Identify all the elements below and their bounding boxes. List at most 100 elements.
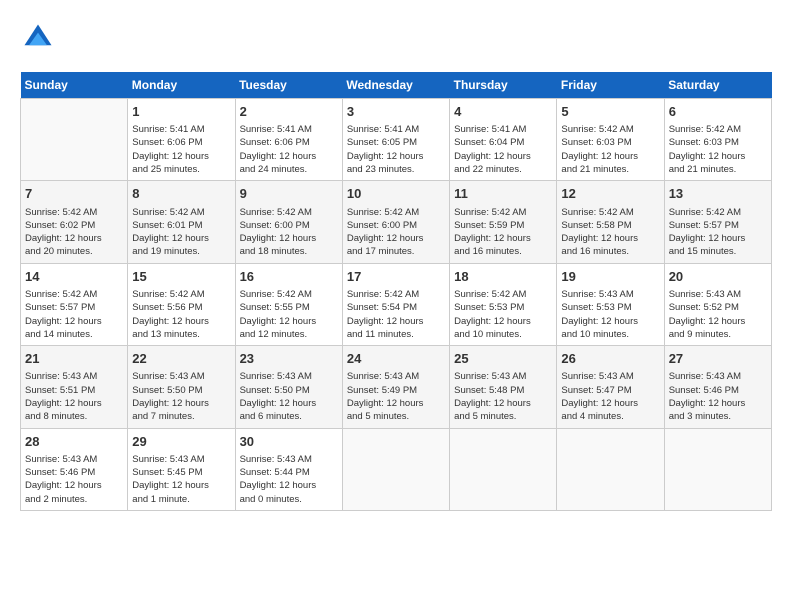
calendar-table: SundayMondayTuesdayWednesdayThursdayFrid…: [20, 72, 772, 511]
day-cell: 29Sunrise: 5:43 AM Sunset: 5:45 PM Dayli…: [128, 428, 235, 510]
week-row-5: 28Sunrise: 5:43 AM Sunset: 5:46 PM Dayli…: [21, 428, 772, 510]
day-info: Sunrise: 5:43 AM Sunset: 5:46 PM Dayligh…: [25, 453, 123, 506]
day-cell: 28Sunrise: 5:43 AM Sunset: 5:46 PM Dayli…: [21, 428, 128, 510]
day-cell: 8 Sunrise: 5:42 AM Sunset: 6:01 PM Daylig…: [128, 181, 235, 263]
day-number: 27: [669, 350, 767, 368]
day-cell: 15 Sunrise: 5:42 AM Sunset: 5:56 PM Dayli…: [128, 263, 235, 345]
weekday-header-monday: Monday: [128, 72, 235, 99]
day-info: Sunrise: 5:42 AM Sunset: 6:00 PM Dayligh…: [240, 206, 338, 259]
day-info: Sunrise: 5:42 AM Sunset: 6:03 PM Dayligh…: [561, 123, 659, 176]
day-info: Sunrise: 5:42 AM Sunset: 6:02 PM Dayligh…: [25, 206, 123, 259]
day-info: Sunrise: 5:43 AM Sunset: 5:45 PM Dayligh…: [132, 453, 230, 506]
week-row-2: 7 Sunrise: 5:42 AM Sunset: 6:02 PM Daylig…: [21, 181, 772, 263]
day-cell: 20 Sunrise: 5:43 AM Sunset: 5:52 PM Dayli…: [664, 263, 771, 345]
day-number: 5: [561, 103, 659, 121]
day-info: Sunrise: 5:41 AM Sunset: 6:04 PM Dayligh…: [454, 123, 552, 176]
day-info: Sunrise: 5:42 AM Sunset: 6:01 PM Dayligh…: [132, 206, 230, 259]
day-info: Sunrise: 5:43 AM Sunset: 5:51 PM Dayligh…: [25, 370, 123, 423]
day-info: Sunrise: 5:43 AM Sunset: 5:50 PM Dayligh…: [132, 370, 230, 423]
day-cell: [664, 428, 771, 510]
day-cell: [21, 99, 128, 181]
day-cell: 19 Sunrise: 5:43 AM Sunset: 5:53 PM Dayli…: [557, 263, 664, 345]
week-row-1: 1Sunrise: 5:41 AM Sunset: 6:06 PM Daylig…: [21, 99, 772, 181]
weekday-header-tuesday: Tuesday: [235, 72, 342, 99]
day-cell: 30Sunrise: 5:43 AM Sunset: 5:44 PM Dayli…: [235, 428, 342, 510]
day-cell: [557, 428, 664, 510]
day-info: Sunrise: 5:41 AM Sunset: 6:05 PM Dayligh…: [347, 123, 445, 176]
day-cell: 14 Sunrise: 5:42 AM Sunset: 5:57 PM Dayli…: [21, 263, 128, 345]
day-number: 12: [561, 185, 659, 203]
header-row: SundayMondayTuesdayWednesdayThursdayFrid…: [21, 72, 772, 99]
day-number: 6: [669, 103, 767, 121]
day-cell: 12 Sunrise: 5:42 AM Sunset: 5:58 PM Dayli…: [557, 181, 664, 263]
day-number: 14: [25, 268, 123, 286]
day-cell: 27Sunrise: 5:43 AM Sunset: 5:46 PM Dayli…: [664, 346, 771, 428]
day-number: 16: [240, 268, 338, 286]
day-cell: 6 Sunrise: 5:42 AM Sunset: 6:03 PM Daylig…: [664, 99, 771, 181]
day-cell: 22Sunrise: 5:43 AM Sunset: 5:50 PM Dayli…: [128, 346, 235, 428]
day-cell: 1Sunrise: 5:41 AM Sunset: 6:06 PM Daylig…: [128, 99, 235, 181]
logo: [20, 20, 60, 56]
weekday-header-wednesday: Wednesday: [342, 72, 449, 99]
day-cell: 5 Sunrise: 5:42 AM Sunset: 6:03 PM Daylig…: [557, 99, 664, 181]
day-number: 13: [669, 185, 767, 203]
day-cell: 7 Sunrise: 5:42 AM Sunset: 6:02 PM Daylig…: [21, 181, 128, 263]
day-number: 17: [347, 268, 445, 286]
day-number: 11: [454, 185, 552, 203]
day-info: Sunrise: 5:43 AM Sunset: 5:52 PM Dayligh…: [669, 288, 767, 341]
week-row-3: 14 Sunrise: 5:42 AM Sunset: 5:57 PM Dayli…: [21, 263, 772, 345]
weekday-header-friday: Friday: [557, 72, 664, 99]
day-info: Sunrise: 5:42 AM Sunset: 5:58 PM Dayligh…: [561, 206, 659, 259]
day-info: Sunrise: 5:42 AM Sunset: 5:57 PM Dayligh…: [669, 206, 767, 259]
day-info: Sunrise: 5:42 AM Sunset: 5:59 PM Dayligh…: [454, 206, 552, 259]
day-cell: 25 Sunrise: 5:43 AM Sunset: 5:48 PM Dayli…: [450, 346, 557, 428]
day-number: 2: [240, 103, 338, 121]
week-row-4: 21 Sunrise: 5:43 AM Sunset: 5:51 PM Dayli…: [21, 346, 772, 428]
day-info: Sunrise: 5:42 AM Sunset: 5:54 PM Dayligh…: [347, 288, 445, 341]
day-number: 8: [132, 185, 230, 203]
day-number: 20: [669, 268, 767, 286]
day-cell: 13 Sunrise: 5:42 AM Sunset: 5:57 PM Dayli…: [664, 181, 771, 263]
day-cell: 4 Sunrise: 5:41 AM Sunset: 6:04 PM Daylig…: [450, 99, 557, 181]
day-cell: [450, 428, 557, 510]
day-number: 30: [240, 433, 338, 451]
day-number: 21: [25, 350, 123, 368]
day-cell: 24 Sunrise: 5:43 AM Sunset: 5:49 PM Dayli…: [342, 346, 449, 428]
day-cell: [342, 428, 449, 510]
day-number: 23: [240, 350, 338, 368]
day-cell: 2Sunrise: 5:41 AM Sunset: 6:06 PM Daylig…: [235, 99, 342, 181]
day-cell: 16 Sunrise: 5:42 AM Sunset: 5:55 PM Dayli…: [235, 263, 342, 345]
day-info: Sunrise: 5:43 AM Sunset: 5:47 PM Dayligh…: [561, 370, 659, 423]
day-number: 10: [347, 185, 445, 203]
day-info: Sunrise: 5:42 AM Sunset: 6:03 PM Dayligh…: [669, 123, 767, 176]
day-number: 15: [132, 268, 230, 286]
day-info: Sunrise: 5:42 AM Sunset: 5:57 PM Dayligh…: [25, 288, 123, 341]
day-number: 7: [25, 185, 123, 203]
day-info: Sunrise: 5:41 AM Sunset: 6:06 PM Dayligh…: [132, 123, 230, 176]
day-cell: 10Sunrise: 5:42 AM Sunset: 6:00 PM Dayli…: [342, 181, 449, 263]
day-info: Sunrise: 5:42 AM Sunset: 5:55 PM Dayligh…: [240, 288, 338, 341]
logo-icon: [20, 20, 56, 56]
day-info: Sunrise: 5:43 AM Sunset: 5:48 PM Dayligh…: [454, 370, 552, 423]
day-cell: 18 Sunrise: 5:42 AM Sunset: 5:53 PM Dayli…: [450, 263, 557, 345]
day-cell: 26 Sunrise: 5:43 AM Sunset: 5:47 PM Dayli…: [557, 346, 664, 428]
page-header: [20, 20, 772, 56]
weekday-header-thursday: Thursday: [450, 72, 557, 99]
day-number: 9: [240, 185, 338, 203]
weekday-header-sunday: Sunday: [21, 72, 128, 99]
day-number: 26: [561, 350, 659, 368]
day-cell: 3Sunrise: 5:41 AM Sunset: 6:05 PM Daylig…: [342, 99, 449, 181]
day-info: Sunrise: 5:42 AM Sunset: 5:53 PM Dayligh…: [454, 288, 552, 341]
day-number: 25: [454, 350, 552, 368]
day-cell: 23Sunrise: 5:43 AM Sunset: 5:50 PM Dayli…: [235, 346, 342, 428]
day-info: Sunrise: 5:42 AM Sunset: 5:56 PM Dayligh…: [132, 288, 230, 341]
day-cell: 17 Sunrise: 5:42 AM Sunset: 5:54 PM Dayli…: [342, 263, 449, 345]
day-number: 18: [454, 268, 552, 286]
day-number: 19: [561, 268, 659, 286]
day-number: 4: [454, 103, 552, 121]
day-info: Sunrise: 5:43 AM Sunset: 5:49 PM Dayligh…: [347, 370, 445, 423]
day-cell: 21 Sunrise: 5:43 AM Sunset: 5:51 PM Dayli…: [21, 346, 128, 428]
day-cell: 11 Sunrise: 5:42 AM Sunset: 5:59 PM Dayli…: [450, 181, 557, 263]
day-number: 24: [347, 350, 445, 368]
day-info: Sunrise: 5:43 AM Sunset: 5:53 PM Dayligh…: [561, 288, 659, 341]
